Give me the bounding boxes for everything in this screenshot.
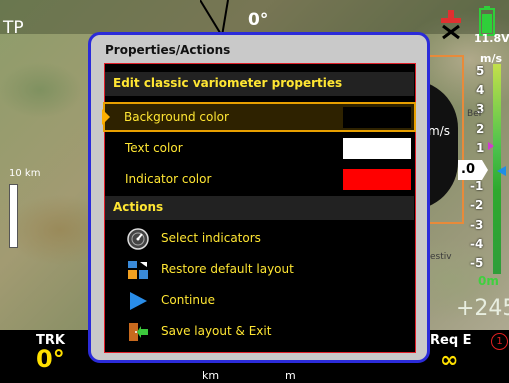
properties-section-header: Edit classic variometer properties [105, 72, 414, 96]
property-label: Text color [125, 141, 183, 155]
vario-current-value: .0 [458, 160, 488, 180]
vario-tick-label: -2 [470, 198, 484, 213]
action-label: Select indicators [161, 231, 261, 245]
speed-unit: m/s [428, 124, 450, 138]
flight-screen: TP 0° 11.8V m/s m/s 543210-1-2-3-4-5 .0 … [0, 0, 509, 383]
vario-current-text: .0 [461, 162, 475, 177]
vario-tick-label: -5 [470, 256, 484, 270]
unit-km: km [202, 369, 220, 382]
actions-header-text: Actions [113, 200, 164, 214]
gps-satellite-icon [441, 10, 461, 40]
vario-tick-label: -1 [470, 179, 484, 194]
page-indicator-icon[interactable]: 1 [491, 333, 508, 350]
unit-m: m [285, 369, 296, 382]
layout-restore-icon [128, 261, 148, 279]
vario-marker-icon [488, 142, 494, 150]
map-scale-label: 10 km [9, 168, 41, 179]
dialog-title: Properties/Actions [105, 43, 231, 57]
dialog-content: Edit classic variometer properties Backg… [102, 63, 416, 353]
vario-tick-label: -4 [470, 236, 484, 251]
property-row-text-color[interactable]: Text color [105, 133, 414, 163]
vario-tick-label: 2 [476, 121, 485, 136]
action-select-indicators[interactable]: Select indicators [105, 224, 414, 254]
color-swatch[interactable] [343, 138, 411, 159]
play-icon [130, 292, 147, 310]
gauge-icon [127, 228, 149, 250]
action-label: Restore default layout [161, 262, 294, 276]
vario-tick-label: -3 [470, 217, 484, 232]
properties-dialog: Properties/Actions Edit classic variomet… [88, 32, 430, 363]
exit-door-icon [129, 323, 148, 341]
vario-bottom-label: 0m [478, 274, 499, 288]
tp-label: TP [3, 18, 24, 38]
map-label: estiv [430, 252, 452, 262]
vario-tick-label: 1 [476, 140, 485, 155]
req-e-value: ∞ [440, 348, 459, 373]
req-e-label: Req E [430, 333, 472, 348]
action-label: Save layout & Exit [161, 324, 272, 338]
vario-tick-label: 5 [476, 64, 485, 78]
map-scale-bar [9, 184, 18, 248]
property-label: Indicator color [125, 172, 212, 186]
property-label: Background color [124, 110, 229, 124]
property-row-indicator-color[interactable]: Indicator color [105, 164, 414, 194]
color-swatch[interactable] [343, 169, 411, 190]
altitude-readout: +245 [456, 296, 509, 321]
heading-readout: 0° [248, 10, 269, 30]
action-label: Continue [161, 293, 215, 307]
selection-arrow-icon [102, 109, 110, 125]
action-continue[interactable]: Continue [105, 286, 414, 316]
battery-voltage: 11.8V [474, 32, 509, 45]
vario-needle-icon [497, 166, 506, 176]
action-restore-default-layout[interactable]: Restore default layout [105, 255, 414, 285]
map-label: Ber [467, 109, 483, 119]
actions-section-header: Actions [105, 196, 414, 220]
trk-value: 0° [36, 345, 65, 373]
properties-header-text: Edit classic variometer properties [113, 76, 343, 90]
color-swatch[interactable] [343, 107, 411, 128]
property-row-background-color[interactable]: Background color [102, 102, 416, 132]
action-save-layout-exit[interactable]: Save layout & Exit [105, 317, 414, 347]
vario-tick-label: 4 [476, 83, 485, 98]
